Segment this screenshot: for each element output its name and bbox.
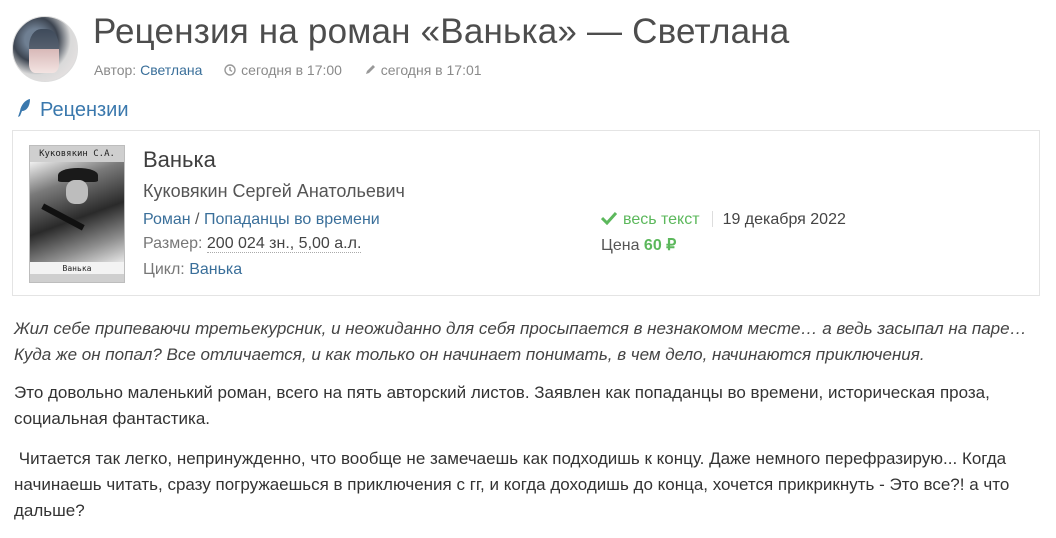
- size-value: 200 024 зн., 5,00 а.л.: [206, 235, 362, 253]
- avatar-portrait: [29, 29, 59, 73]
- book-title[interactable]: Ванька: [143, 147, 216, 173]
- review-header: Рецензия на роман «Ванька» — Светлана Ав…: [12, 12, 1042, 86]
- created-time: сегодня в 17:00: [241, 62, 342, 78]
- book-cycle: Цикл: Ванька: [143, 261, 242, 279]
- section-reviews-link[interactable]: Рецензии: [16, 98, 129, 122]
- review-intro: Жил себе припеваючи третьекурсник, и нео…: [14, 319, 1027, 364]
- check-icon: [601, 211, 617, 225]
- book-genre-link[interactable]: Попаданцы во времени: [204, 211, 380, 228]
- cover-author-text: Куковякин С.А.: [39, 149, 115, 159]
- book-card: Куковякин С.А. Ванька Ванька Куковякин С…: [12, 130, 1040, 296]
- review-meta: Автор: Светлана сегодня в 17:00 сегодня …: [94, 62, 482, 78]
- size-label: Размер:: [143, 235, 203, 252]
- cycle-label: Цикл:: [143, 261, 185, 278]
- cycle-link[interactable]: Ванька: [189, 261, 242, 278]
- book-size: Размер: 200 024 зн., 5,00 а.л.: [143, 235, 362, 253]
- status-text: весь текст: [623, 211, 700, 228]
- price-value: 60 ₽: [643, 237, 677, 254]
- feather-icon: [18, 99, 30, 117]
- review-body: Жил себе припеваючи третьекурсник, и нео…: [14, 316, 1044, 538]
- section-label: Рецензии: [40, 99, 129, 121]
- review-paragraph-1: Это довольно маленький роман, всего на п…: [14, 383, 990, 428]
- clock-icon: [224, 64, 236, 76]
- author-link[interactable]: Светлана: [140, 62, 202, 78]
- author-avatar[interactable]: [12, 16, 78, 82]
- pencil-icon: [365, 65, 375, 74]
- book-genre-line: Роман / Попаданцы во времени: [143, 211, 380, 229]
- book-form-link[interactable]: Роман: [143, 211, 191, 228]
- book-status: весь текст 19 декабря 2022: [601, 211, 846, 229]
- genre-separator: /: [190, 211, 204, 228]
- cover-title-text: Ванька: [62, 264, 92, 273]
- edited-time: сегодня в 17:01: [380, 62, 482, 78]
- page-title: Рецензия на роман «Ванька» — Светлана: [93, 12, 790, 51]
- book-author: Куковякин Сергей Анатольевич: [143, 181, 405, 201]
- cover-photo: [30, 162, 124, 262]
- author-label: Автор:: [94, 62, 137, 78]
- review-paragraph-2: Читается так легко, непринужденно, что в…: [14, 449, 1015, 520]
- book-date: 19 декабря 2022: [722, 211, 846, 228]
- book-price: Цена 60 ₽: [601, 235, 676, 255]
- price-label: Цена: [601, 237, 640, 254]
- book-cover[interactable]: Куковякин С.А. Ванька: [29, 145, 125, 283]
